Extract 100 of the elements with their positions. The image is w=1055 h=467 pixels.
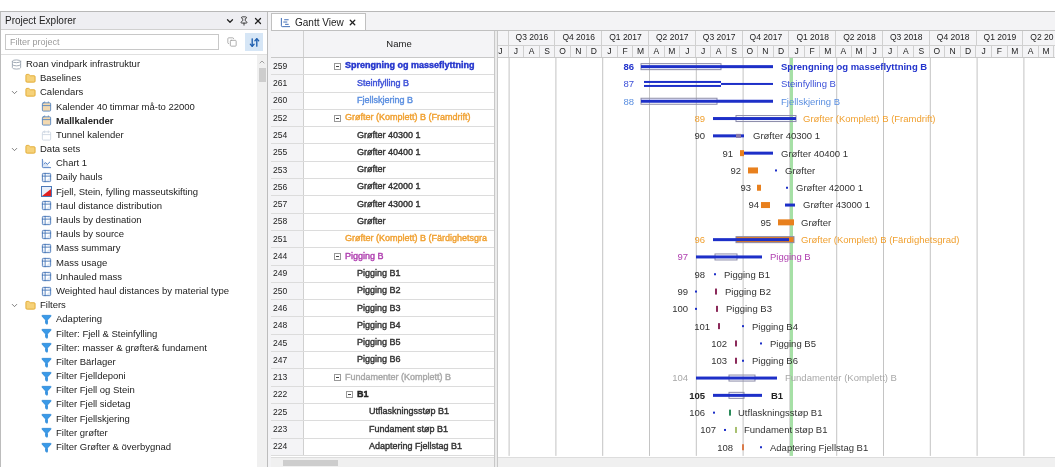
collapse-toggle-icon[interactable] bbox=[334, 252, 341, 260]
task-name[interactable]: Grøfter 40400 1 bbox=[357, 145, 421, 160]
quarter-header: Q1 2017 bbox=[602, 31, 649, 45]
tree-item[interactable]: Adaptering bbox=[56, 312, 102, 327]
tree-item[interactable]: Mass summary bbox=[56, 241, 121, 256]
month-header: J bbox=[508, 45, 525, 57]
gantt-bar-drawing[interactable] bbox=[718, 323, 744, 330]
gantt-bar-drawing[interactable] bbox=[713, 115, 797, 123]
gantt-bar-drawing[interactable] bbox=[713, 409, 731, 416]
task-name[interactable]: Fundament støp B1 bbox=[369, 422, 449, 437]
quarter-header: Q1 2018 bbox=[789, 31, 837, 45]
task-name[interactable]: Pigging B1 bbox=[357, 266, 401, 281]
gantt-bar-drawing[interactable] bbox=[742, 444, 762, 451]
tree-item[interactable]: Calendars bbox=[40, 85, 84, 100]
gantt-bar-drawing[interactable] bbox=[724, 426, 737, 433]
close-icon[interactable] bbox=[347, 17, 357, 27]
tree-item[interactable]: Filter Fjell sidetag bbox=[56, 397, 131, 412]
close-icon[interactable] bbox=[253, 15, 263, 26]
collapse-toggle-icon[interactable] bbox=[334, 62, 341, 70]
filter-icon bbox=[41, 356, 52, 368]
tree-item[interactable]: Mallkalender bbox=[56, 113, 114, 128]
task-name[interactable]: Pigging B bbox=[345, 249, 384, 264]
task-name[interactable]: Grøfter 43000 1 bbox=[357, 197, 421, 212]
bar-label: Steinfylling B bbox=[781, 79, 836, 89]
gantt-bar-drawing[interactable] bbox=[640, 97, 773, 105]
month-header: J bbox=[882, 45, 899, 57]
task-name[interactable]: Pigging B3 bbox=[357, 301, 401, 316]
tree-item[interactable]: Daily hauls bbox=[56, 170, 103, 185]
scrollbar-thumb[interactable] bbox=[258, 68, 266, 82]
task-name[interactable]: Steinfylling B bbox=[357, 76, 410, 91]
bar-number: 100 bbox=[672, 304, 688, 314]
scrollbar[interactable] bbox=[257, 55, 267, 467]
tree-item[interactable]: Filter Bärlager bbox=[56, 354, 116, 370]
scrollbar[interactable] bbox=[271, 457, 494, 467]
tree-item[interactable]: Hauls by destination bbox=[56, 213, 142, 228]
bar-number: 98 bbox=[694, 269, 705, 280]
tree-item[interactable]: Unhauled mass bbox=[56, 269, 122, 285]
gantt-bar-drawing[interactable] bbox=[644, 80, 773, 87]
tree-item[interactable]: Filter Grøfter & överbygnad bbox=[56, 440, 172, 455]
pin-icon[interactable] bbox=[239, 15, 249, 26]
tree-item[interactable]: Hauls by source bbox=[56, 227, 125, 242]
gantt-bar-drawing[interactable] bbox=[713, 391, 762, 399]
tree-item[interactable]: Filter: Fjell & Steinfylling bbox=[56, 326, 158, 341]
task-name[interactable]: Pigging B4 bbox=[357, 318, 401, 333]
tree-item[interactable]: Filter Fjell og Stein bbox=[56, 383, 135, 398]
task-name[interactable]: Fjellskjering B bbox=[357, 94, 414, 108]
calendar-icon bbox=[41, 115, 52, 127]
gantt-bar-drawing[interactable] bbox=[695, 305, 718, 312]
quarter-header: Q2 2018 bbox=[836, 31, 883, 45]
gantt-bar-drawing[interactable] bbox=[761, 202, 795, 209]
sort-button[interactable] bbox=[245, 33, 263, 51]
collapse-toggle-icon[interactable] bbox=[346, 391, 353, 399]
task-name[interactable]: B1 bbox=[357, 388, 369, 402]
row-number: 213 bbox=[271, 369, 304, 386]
tree-item[interactable]: Haul distance distribution bbox=[56, 198, 163, 214]
task-name[interactable]: Utflaskningsstøp B1 bbox=[369, 405, 450, 419]
gantt-bar-drawing[interactable] bbox=[696, 253, 762, 261]
task-name[interactable]: Pigging B5 bbox=[357, 336, 401, 350]
tree-item[interactable]: Filters bbox=[40, 298, 66, 313]
quarter-header: Q1 2019 bbox=[976, 31, 1024, 45]
tree-item[interactable]: Mass usage bbox=[56, 255, 108, 270]
scrollbar[interactable] bbox=[498, 457, 1055, 467]
month-header: S bbox=[539, 45, 556, 57]
tree-item[interactable]: Filter Fjellskjering bbox=[56, 411, 130, 426]
gantt-bar-drawing[interactable] bbox=[696, 374, 777, 382]
task-name[interactable]: Pigging B6 bbox=[357, 353, 401, 367]
scrollbar-thumb[interactable] bbox=[283, 459, 338, 466]
month-header: A bbox=[898, 45, 915, 57]
tree-item[interactable]: Baselines bbox=[40, 71, 82, 86]
tree-item[interactable]: Kalender 40 timmar må-to 22000 bbox=[56, 99, 195, 114]
gantt-bar-drawing[interactable] bbox=[640, 63, 773, 71]
month-header: A bbox=[648, 45, 665, 57]
tree-item[interactable]: Roan vindpark infrastruktur bbox=[26, 56, 141, 72]
gantt-bar-drawing[interactable] bbox=[735, 340, 762, 347]
collapse-toggle-icon[interactable] bbox=[334, 114, 341, 122]
database-icon bbox=[11, 58, 22, 70]
tree-item[interactable]: Filter Fjelldeponi bbox=[56, 369, 126, 384]
tree-item[interactable]: Fjell, Stein, fylling masseutskifting bbox=[56, 184, 199, 199]
task-name[interactable]: Grøfter bbox=[357, 215, 386, 229]
task-name[interactable]: Grøfter 42000 1 bbox=[357, 180, 421, 194]
filter-field[interactable]: Filter project bbox=[5, 34, 219, 50]
tree-item[interactable]: Weighted haul distances by material type bbox=[56, 283, 230, 299]
tree-item[interactable]: Data sets bbox=[40, 142, 81, 157]
bar-label: Grøfter (Komplett) B (Framdrift) bbox=[803, 113, 936, 124]
gantt-bar-drawing[interactable] bbox=[740, 150, 773, 157]
collapse-toggle-icon[interactable] bbox=[334, 374, 341, 381]
gantt-bar-drawing[interactable] bbox=[735, 357, 744, 364]
gantt-bar-drawing[interactable] bbox=[695, 288, 717, 295]
tree-item[interactable]: Chart 1 bbox=[56, 156, 88, 171]
task-name[interactable]: Sprengning og masseflyttning bbox=[345, 59, 475, 73]
tree-item[interactable]: Filter grøfter bbox=[56, 425, 108, 441]
tree-item[interactable]: Tunnel kalender bbox=[56, 127, 124, 143]
gantt-bar-drawing[interactable] bbox=[713, 133, 744, 138]
task-name[interactable]: Adaptering Fjellstag B1 bbox=[369, 439, 463, 454]
tree-item[interactable]: Filter: masser & grøfter& fundament bbox=[56, 340, 207, 355]
gantt-bar-drawing[interactable] bbox=[713, 236, 795, 244]
task-name[interactable]: Grøfter 40300 1 bbox=[357, 128, 421, 143]
task-name[interactable]: Grøfter bbox=[357, 163, 386, 177]
task-name[interactable]: Pigging B2 bbox=[357, 284, 401, 298]
gantt-tab[interactable]: Gantt View bbox=[271, 13, 366, 30]
